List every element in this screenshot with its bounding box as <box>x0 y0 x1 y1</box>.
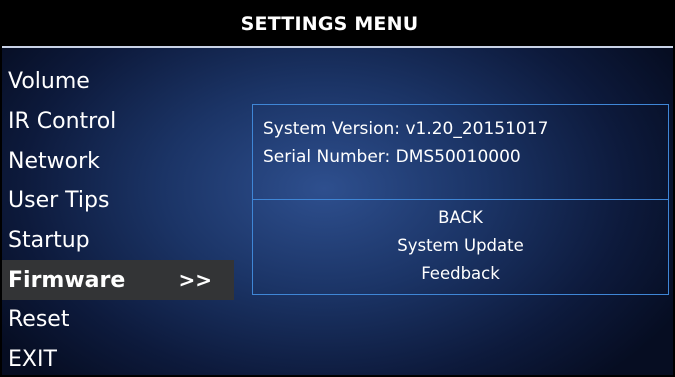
menu-item-label: Reset <box>8 307 70 333</box>
menu-item-ir-control[interactable]: IR Control <box>2 102 234 142</box>
menu-item-volume[interactable]: Volume <box>2 62 234 102</box>
menu-item-reset[interactable]: Reset <box>2 300 234 340</box>
settings-menu: Volume IR Control Network User Tips Star… <box>2 62 234 375</box>
title-divider <box>2 46 673 48</box>
menu-item-startup[interactable]: Startup <box>2 221 234 261</box>
menu-item-network[interactable]: Network <box>2 141 234 181</box>
firmware-actions: BACK System Update Feedback <box>253 200 668 294</box>
title-bar: SETTINGS MENU <box>2 2 673 46</box>
menu-item-label: IR Control <box>8 109 117 135</box>
menu-item-label: Startup <box>8 228 90 254</box>
settings-screen: SETTINGS MENU Volume IR Control Network … <box>0 0 675 377</box>
serial-number: Serial Number: DMS50010000 <box>263 147 521 167</box>
feedback-button[interactable]: Feedback <box>421 260 500 288</box>
back-button[interactable]: BACK <box>438 204 483 232</box>
menu-item-label: EXIT <box>8 347 57 373</box>
system-update-button[interactable]: System Update <box>397 232 524 260</box>
menu-item-label: Network <box>8 148 100 174</box>
submenu-indicator: >> <box>178 268 212 293</box>
menu-item-firmware[interactable]: Firmware >> <box>2 260 234 301</box>
menu-item-label: Firmware <box>8 267 126 293</box>
menu-item-label: User Tips <box>8 188 110 214</box>
system-version: System Version: v1.20_20151017 <box>263 119 549 139</box>
page-title: SETTINGS MENU <box>240 13 419 35</box>
firmware-info: System Version: v1.20_20151017 Serial Nu… <box>253 105 668 200</box>
menu-item-exit[interactable]: EXIT <box>2 340 234 375</box>
menu-item-label: Volume <box>8 69 90 95</box>
firmware-panel: System Version: v1.20_20151017 Serial Nu… <box>252 104 669 295</box>
menu-item-user-tips[interactable]: User Tips <box>2 181 234 221</box>
